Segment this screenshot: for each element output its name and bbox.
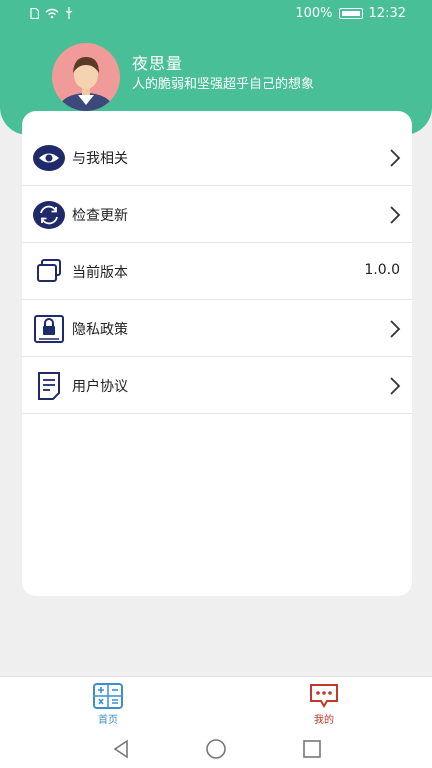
- menu-item-related[interactable]: 与我相关: [22, 129, 412, 186]
- menu-item-current-version: 当前版本 1.0.0: [22, 243, 412, 300]
- chevron-right-icon: [390, 206, 401, 224]
- menu-item-privacy-policy[interactable]: 隐私政策: [22, 300, 412, 357]
- status-icons-left: [30, 7, 73, 19]
- lock-icon: [34, 315, 64, 343]
- home-circle-icon[interactable]: [205, 738, 227, 760]
- version-value: 1.0.0: [364, 262, 400, 278]
- usb-icon: [65, 7, 73, 19]
- menu-item-label: 与我相关: [72, 151, 128, 167]
- battery-icon: [338, 8, 363, 19]
- status-icons-right: 100% 12:32: [295, 6, 406, 21]
- tab-mine[interactable]: 我的: [294, 681, 354, 729]
- document-icon: [38, 372, 60, 400]
- settings-card: 与我相关 检查更新 当前版本 1.0.0 隐私政策 用户协议: [22, 111, 412, 596]
- clock: 12:32: [368, 6, 406, 21]
- tab-home[interactable]: 首页: [78, 681, 138, 729]
- menu-item-user-agreement[interactable]: 用户协议: [22, 357, 412, 414]
- wifi-icon: [45, 8, 59, 18]
- chevron-right-icon: [390, 320, 401, 338]
- profile-name: 夜思量: [132, 54, 184, 73]
- calculator-icon: [93, 683, 123, 709]
- profile-signature: 人的脆弱和坚强超乎自己的想象: [132, 77, 315, 92]
- avatar[interactable]: [52, 43, 120, 111]
- sim-icon: [30, 7, 39, 19]
- back-icon[interactable]: [110, 738, 132, 760]
- recents-icon[interactable]: [301, 738, 323, 760]
- menu-item-label: 隐私政策: [72, 322, 128, 338]
- chevron-right-icon: [390, 377, 401, 395]
- status-bar: 100% 12:32: [0, 0, 432, 30]
- menu-item-label: 检查更新: [72, 208, 128, 224]
- cards-icon: [37, 259, 61, 282]
- refresh-icon: [33, 201, 65, 229]
- chat-icon: [310, 684, 338, 708]
- avatar-illustration: [60, 57, 112, 111]
- tab-label: 我的: [314, 715, 334, 726]
- tab-label: 首页: [98, 715, 118, 726]
- battery-percent: 100%: [295, 6, 333, 21]
- menu-item-label: 当前版本: [72, 265, 128, 281]
- menu-item-check-update[interactable]: 检查更新: [22, 186, 412, 243]
- eye-icon: [33, 145, 65, 171]
- menu-item-label: 用户协议: [72, 379, 128, 395]
- bottom-tab-bar: 首页 我的: [0, 676, 432, 731]
- chevron-right-icon: [390, 149, 401, 167]
- system-nav-bar: [0, 730, 432, 768]
